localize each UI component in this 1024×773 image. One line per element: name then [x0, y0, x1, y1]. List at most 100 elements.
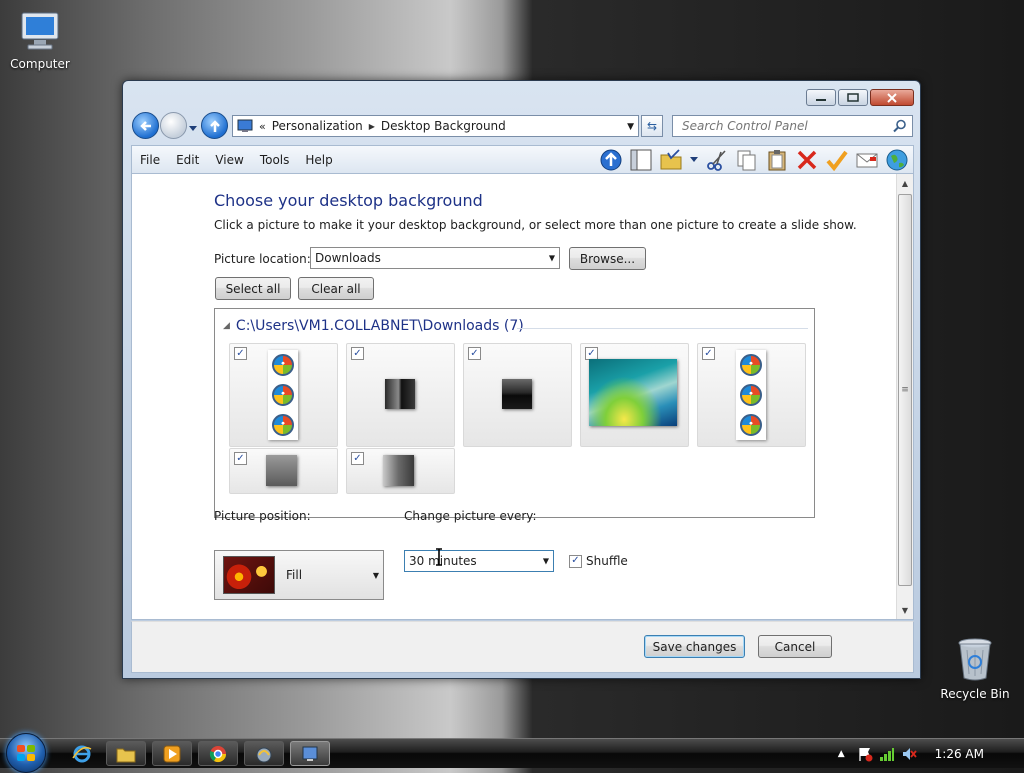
computer-icon — [21, 12, 59, 50]
minimize-button[interactable] — [806, 89, 836, 106]
refresh-icon: ⇆ — [646, 119, 658, 133]
menu-file[interactable]: File — [132, 153, 168, 167]
browse-button[interactable]: Browse... — [569, 247, 646, 270]
page-title: Choose your desktop background — [214, 191, 483, 210]
thumbnail-3[interactable]: ✓ — [463, 343, 572, 447]
thumbnail-checkbox[interactable]: ✓ — [351, 347, 364, 360]
picture-location-select[interactable]: Downloads ▼ — [310, 247, 560, 269]
menu-tools[interactable]: Tools — [252, 153, 298, 167]
envelope-icon — [856, 153, 878, 168]
refresh-button[interactable]: ⇆ — [641, 115, 663, 137]
thumbnail-1[interactable]: ✓ — [229, 343, 338, 447]
desktop-background-window: « Personalization ▶ Desktop Background ▼… — [122, 80, 921, 679]
computer-label: Computer — [10, 57, 70, 71]
toolbar-folder-options-button[interactable] — [659, 148, 683, 172]
windows-orbs-image — [268, 350, 298, 440]
thumbnail-checkbox[interactable]: ✓ — [702, 347, 715, 360]
thumbnail-7[interactable]: ✓ — [346, 448, 455, 494]
volume-muted-icon[interactable] — [901, 746, 917, 762]
start-button[interactable] — [6, 733, 46, 773]
shuffle-checkbox[interactable]: ✓ Shuffle — [569, 554, 628, 568]
recent-pages-dropdown[interactable] — [189, 121, 197, 135]
minimize-icon — [816, 98, 826, 101]
network-signal-icon[interactable] — [879, 746, 895, 762]
change-interval-select[interactable]: 30 minutes ▼ — [404, 550, 554, 572]
action-center-flag-icon[interactable] — [857, 746, 873, 762]
toolbar-panes-button[interactable] — [629, 148, 653, 172]
close-window-button[interactable] — [870, 89, 914, 106]
taskbar-clock[interactable]: 1:26 AM — [935, 747, 984, 761]
taskbar-control-panel[interactable] — [244, 741, 284, 766]
scroll-thumb[interactable]: ≡ — [898, 194, 912, 586]
search-icon[interactable] — [893, 119, 907, 133]
breadcrumb-personalization[interactable]: Personalization — [272, 119, 363, 133]
taskbar-explorer[interactable] — [106, 741, 146, 766]
toolbar-delete-button[interactable] — [795, 148, 819, 172]
picture-position-value: Fill — [286, 568, 303, 582]
toolbar-properties-button[interactable] — [825, 148, 849, 172]
menu-view[interactable]: View — [207, 153, 251, 167]
up-button[interactable] — [201, 112, 228, 139]
recycle-bin-icon — [958, 638, 992, 681]
picture-position-select[interactable]: Fill ▼ — [214, 550, 384, 600]
back-button[interactable] — [132, 112, 159, 139]
forward-button[interactable] — [160, 112, 187, 139]
caption-buttons — [806, 89, 914, 106]
desktop-background-icon — [302, 746, 318, 761]
cancel-button[interactable]: Cancel — [758, 635, 832, 658]
gray-square-image — [266, 455, 297, 486]
breadcrumb-separator-icon[interactable]: ▶ — [369, 122, 375, 131]
scroll-up-arrow-icon[interactable]: ▲ — [897, 175, 913, 191]
address-bar[interactable]: « Personalization ▶ Desktop Background ▼ — [232, 115, 639, 137]
taskbar-personalization-window[interactable] — [290, 741, 330, 766]
toolbar-globe-button[interactable] — [885, 148, 909, 172]
control-panel-icon — [237, 119, 253, 132]
maximize-button[interactable] — [838, 89, 868, 106]
scroll-down-arrow-icon[interactable]: ▼ — [897, 602, 913, 618]
menu-edit[interactable]: Edit — [168, 153, 207, 167]
clear-all-button[interactable]: Clear all — [298, 277, 374, 300]
vertical-scrollbar[interactable]: ▲ ≡ ▼ — [896, 174, 913, 619]
breadcrumb-desktop-background[interactable]: Desktop Background — [381, 119, 506, 133]
toolbar-more-dropdown[interactable] — [689, 148, 699, 172]
thumbnail-5[interactable]: ✓ — [697, 343, 806, 447]
taskbar-media-player[interactable] — [152, 741, 192, 766]
dark-square-image — [502, 379, 532, 409]
media-player-icon — [163, 745, 181, 762]
shuffle-check-icon[interactable]: ✓ — [569, 554, 582, 568]
thumbnail-checkbox[interactable]: ✓ — [351, 452, 364, 465]
toolbar-paste-button[interactable] — [765, 148, 789, 172]
address-overflow-icon[interactable]: « — [259, 120, 266, 133]
dark-gradient-square-image — [385, 379, 415, 409]
search-input[interactable] — [680, 118, 885, 134]
gray-gradient-square-image — [383, 455, 414, 486]
chevron-down-icon: ▼ — [542, 556, 549, 566]
select-all-button[interactable]: Select all — [215, 277, 291, 300]
thumbnail-6[interactable]: ✓ — [229, 448, 338, 494]
menu-bar: File Edit View Tools Help — [131, 145, 914, 173]
quicklaunch-ie[interactable] — [70, 742, 94, 766]
thumbnail-checkbox[interactable]: ✓ — [468, 347, 481, 360]
search-box[interactable] — [672, 115, 913, 137]
menu-help[interactable]: Help — [297, 153, 340, 167]
maximize-icon — [847, 93, 859, 102]
toolbar-copy-button[interactable] — [735, 148, 759, 172]
desktop-icon-recycle-bin[interactable]: Recycle Bin — [935, 636, 1015, 701]
collapse-triangle-icon[interactable]: ◢ — [223, 321, 230, 331]
show-hidden-icons-icon[interactable]: ▲ — [838, 749, 845, 759]
thumbnail-checkbox[interactable]: ✓ — [234, 452, 247, 465]
toolbar-email-button[interactable] — [855, 148, 879, 172]
desktop-icon-computer[interactable]: Computer — [0, 10, 80, 71]
folder-group-header[interactable]: ◢ C:\Users\VM1.COLLABNET\Downloads (7) — [223, 318, 524, 334]
toolbar-up-button[interactable] — [599, 148, 623, 172]
folder-check-icon — [660, 149, 682, 170]
system-tray: ▲ 1:26 AM — [838, 739, 1024, 769]
thumbnail-4[interactable]: ✓ — [580, 343, 689, 447]
scissors-icon — [707, 150, 726, 171]
address-dropdown-icon[interactable]: ▼ — [627, 122, 634, 132]
save-changes-button[interactable]: Save changes — [644, 635, 745, 658]
taskbar-chrome[interactable] — [198, 741, 238, 766]
toolbar-cut-button[interactable] — [705, 148, 729, 172]
thumbnail-checkbox[interactable]: ✓ — [234, 347, 247, 360]
thumbnail-2[interactable]: ✓ — [346, 343, 455, 447]
